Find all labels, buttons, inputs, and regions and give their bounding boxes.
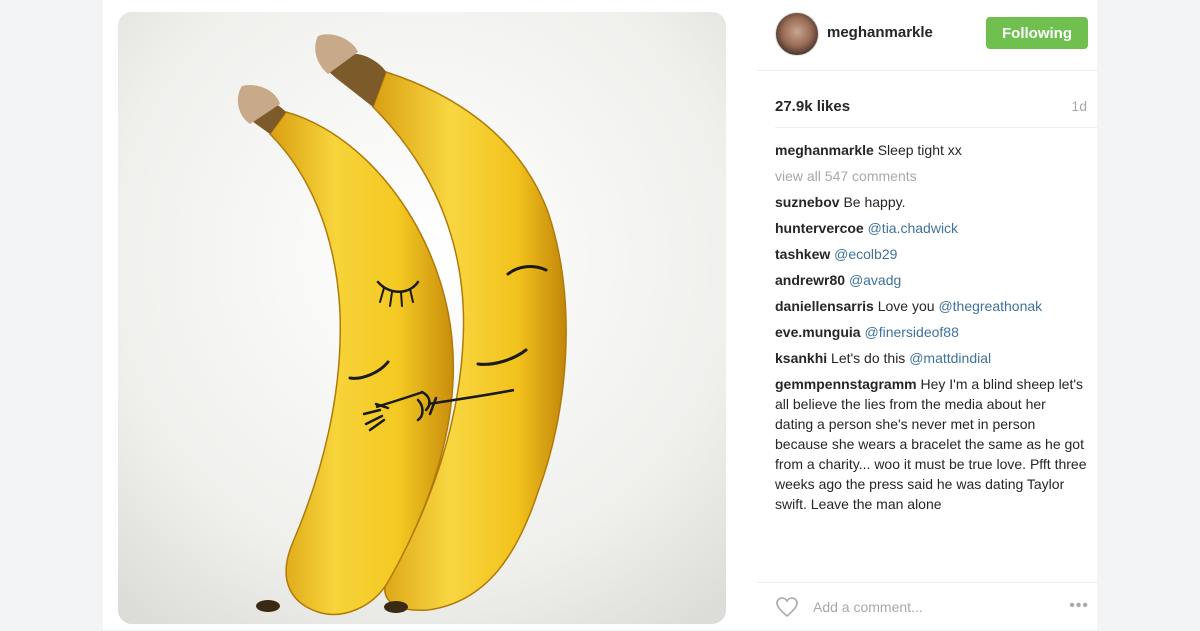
divider — [775, 127, 1097, 128]
comment-mention[interactable]: @avadg — [849, 272, 901, 288]
add-comment-input[interactable]: Add a comment... — [813, 599, 923, 615]
banana-illustration — [118, 12, 726, 624]
comment-username[interactable]: huntervercoe — [775, 220, 864, 236]
list-item: daniellensarris Love you @thegreathonak — [775, 296, 1087, 316]
comment-mention[interactable]: @finersideof88 — [864, 324, 958, 340]
list-item: tashkew @ecolb29 — [775, 244, 1087, 264]
caption: meghanmarkle Sleep tight xx — [775, 140, 1087, 160]
list-item: ksankhi Let's do this @mattdindial — [775, 348, 1087, 368]
caption-text: Sleep tight xx — [873, 142, 962, 158]
comment-username[interactable]: eve.munguia — [775, 324, 861, 340]
comment-username[interactable]: ksankhi — [775, 350, 827, 366]
comment-mention[interactable]: @mattdindial — [909, 350, 991, 366]
comment-username[interactable]: daniellensarris — [775, 298, 874, 314]
post-header: meghanmarkle Following — [757, 0, 1097, 71]
comment-mention[interactable]: @thegreathonak — [938, 298, 1042, 314]
view-all-comments-link[interactable]: view all 547 comments — [775, 166, 1087, 186]
comment-username[interactable]: gemmpennstagramm — [775, 376, 917, 392]
comment-footer: Add a comment... ••• — [757, 582, 1097, 631]
list-item: andrewr80 @avadg — [775, 270, 1087, 290]
comment-username[interactable]: suznebov — [775, 194, 840, 210]
comment-text: Hey I'm a blind sheep let's all believe … — [775, 376, 1087, 512]
comment-text: Let's do this — [827, 350, 910, 366]
comments-list: meghanmarkle Sleep tight xx view all 547… — [775, 140, 1087, 520]
heart-icon[interactable] — [775, 595, 799, 619]
post-photo[interactable] — [118, 12, 726, 624]
comment-username[interactable]: tashkew — [775, 246, 830, 262]
caption-username[interactable]: meghanmarkle — [775, 142, 874, 158]
post-side-panel: meghanmarkle Following 27.9k likes 1d me… — [757, 0, 1097, 630]
list-item: huntervercoe @tia.chadwick — [775, 218, 1087, 238]
post-age: 1d — [1071, 98, 1087, 114]
comment-mention[interactable]: @ecolb29 — [834, 246, 897, 262]
list-item: eve.munguia @finersideof88 — [775, 322, 1087, 342]
likes-count[interactable]: 27.9k likes — [775, 98, 850, 115]
comment-text: Love you — [873, 298, 939, 314]
comment-text: Be happy. — [839, 194, 906, 210]
list-item: gemmpennstagramm Hey I'm a blind sheep l… — [775, 374, 1087, 514]
post-username[interactable]: meghanmarkle — [827, 24, 933, 41]
following-button[interactable]: Following — [986, 17, 1088, 49]
avatar[interactable] — [775, 12, 819, 56]
more-options-icon[interactable]: ••• — [1069, 597, 1089, 615]
comment-mention[interactable]: @tia.chadwick — [868, 220, 958, 236]
comment-username[interactable]: andrewr80 — [775, 272, 845, 288]
list-item: suznebov Be happy. — [775, 192, 1087, 212]
